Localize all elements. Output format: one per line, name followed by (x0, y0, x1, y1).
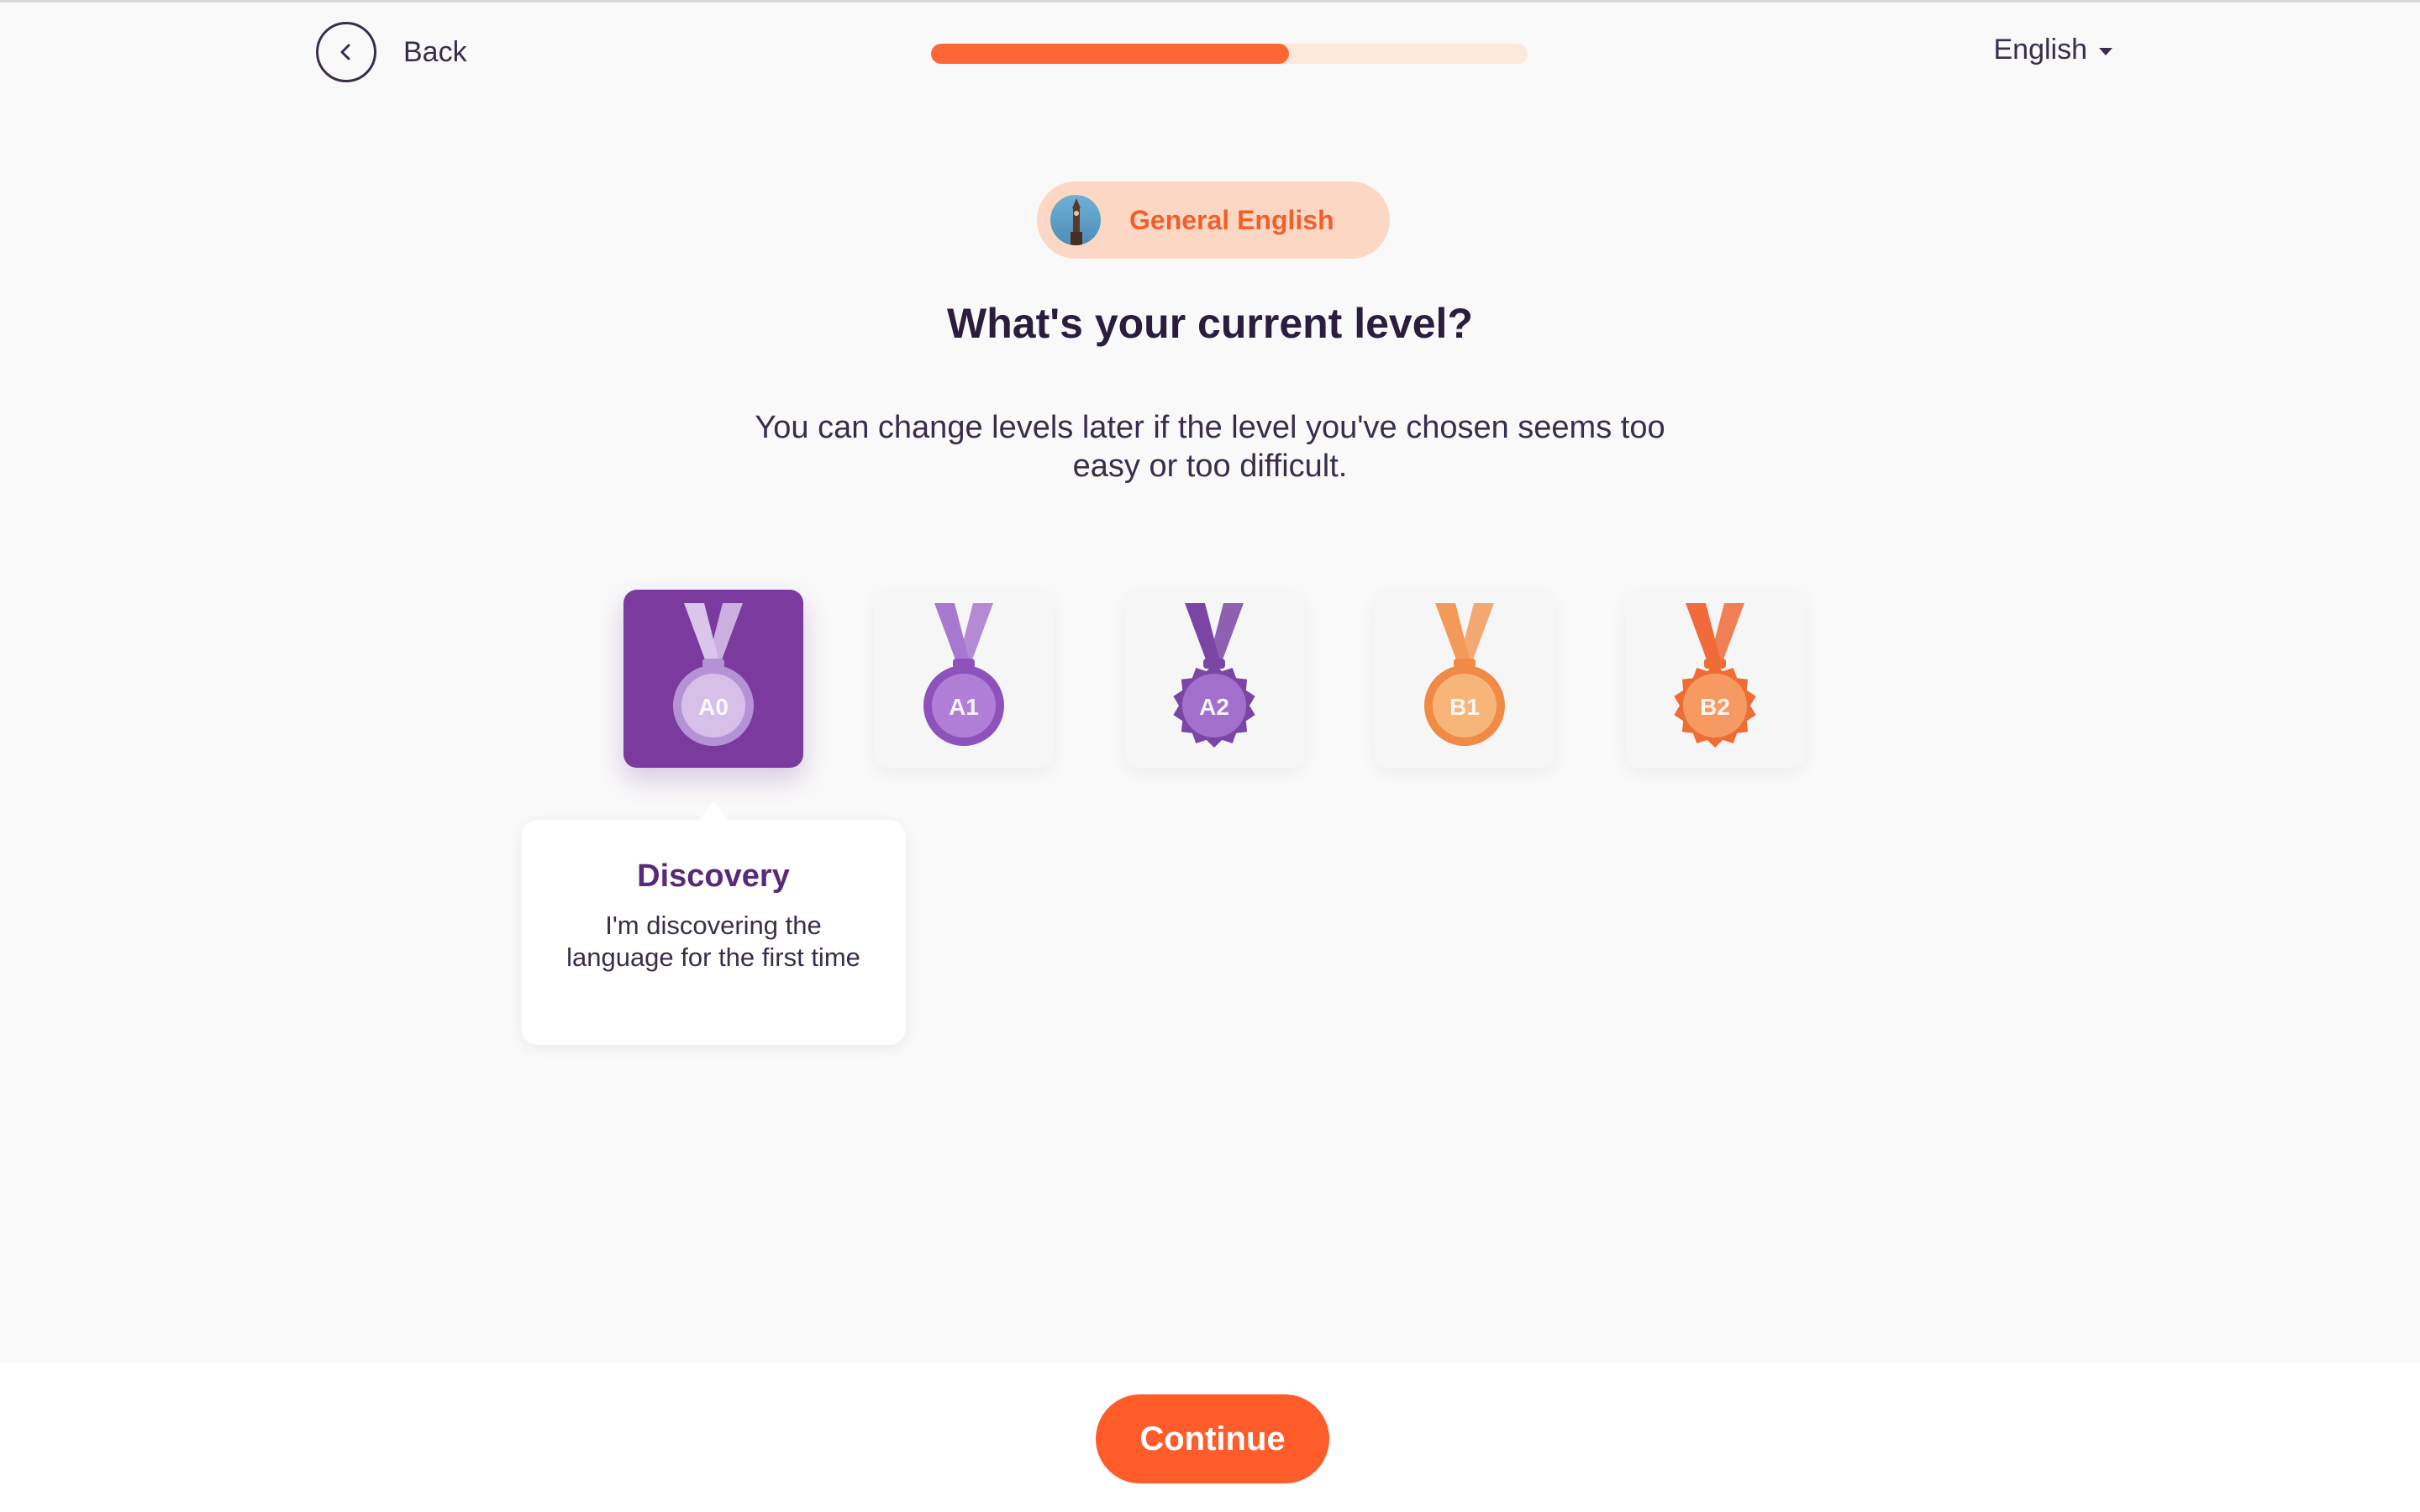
caret-down-icon[interactable] (2099, 48, 2112, 55)
level-card-b1[interactable]: B1 (1375, 590, 1555, 768)
top-border (0, 0, 2420, 3)
level-code: B2 (1700, 694, 1730, 720)
continue-button[interactable]: Continue (1096, 1394, 1329, 1483)
level-code: A0 (698, 694, 729, 720)
level-code: A1 (949, 694, 979, 720)
level-tooltip: Discovery I'm discovering the language f… (521, 801, 906, 1045)
medal-a0-icon: A0 (673, 603, 754, 746)
language-label[interactable]: English (1993, 34, 2087, 66)
course-name: General English (1129, 204, 1334, 235)
back-button[interactable]: Back (316, 22, 467, 82)
level-card-a1[interactable]: A1 (874, 590, 1054, 768)
back-label[interactable]: Back (403, 36, 467, 69)
page-subtitle: You can change levels later if the level… (755, 410, 1665, 484)
medal-a2-icon: A2 (1173, 603, 1255, 748)
level-code: B1 (1449, 694, 1480, 720)
level-card-a2[interactable]: A2 (1124, 590, 1304, 768)
medal-b2-icon: B2 (1674, 603, 1756, 748)
progress-bar (931, 44, 1528, 64)
tooltip-title: Discovery (637, 858, 790, 894)
page-title: What's your current level? (947, 300, 1473, 347)
language-selector[interactable]: English (1993, 34, 2112, 66)
course-badge: General English (1037, 181, 1390, 259)
level-card-a0[interactable]: A0 (623, 590, 803, 768)
level-card-b2[interactable]: B2 (1625, 590, 1805, 768)
big-ben-icon (1050, 195, 1101, 245)
back-arrow-icon[interactable] (316, 22, 376, 82)
tooltip-description: I'm discovering the language for the fir… (566, 911, 860, 972)
medal-a1-icon: A1 (923, 603, 1004, 746)
level-options: A0 A1 A2 B1 B2 (623, 590, 1805, 768)
level-code: A2 (1199, 694, 1229, 720)
medal-b1-icon: B1 (1424, 603, 1505, 746)
progress-fill (931, 44, 1289, 64)
